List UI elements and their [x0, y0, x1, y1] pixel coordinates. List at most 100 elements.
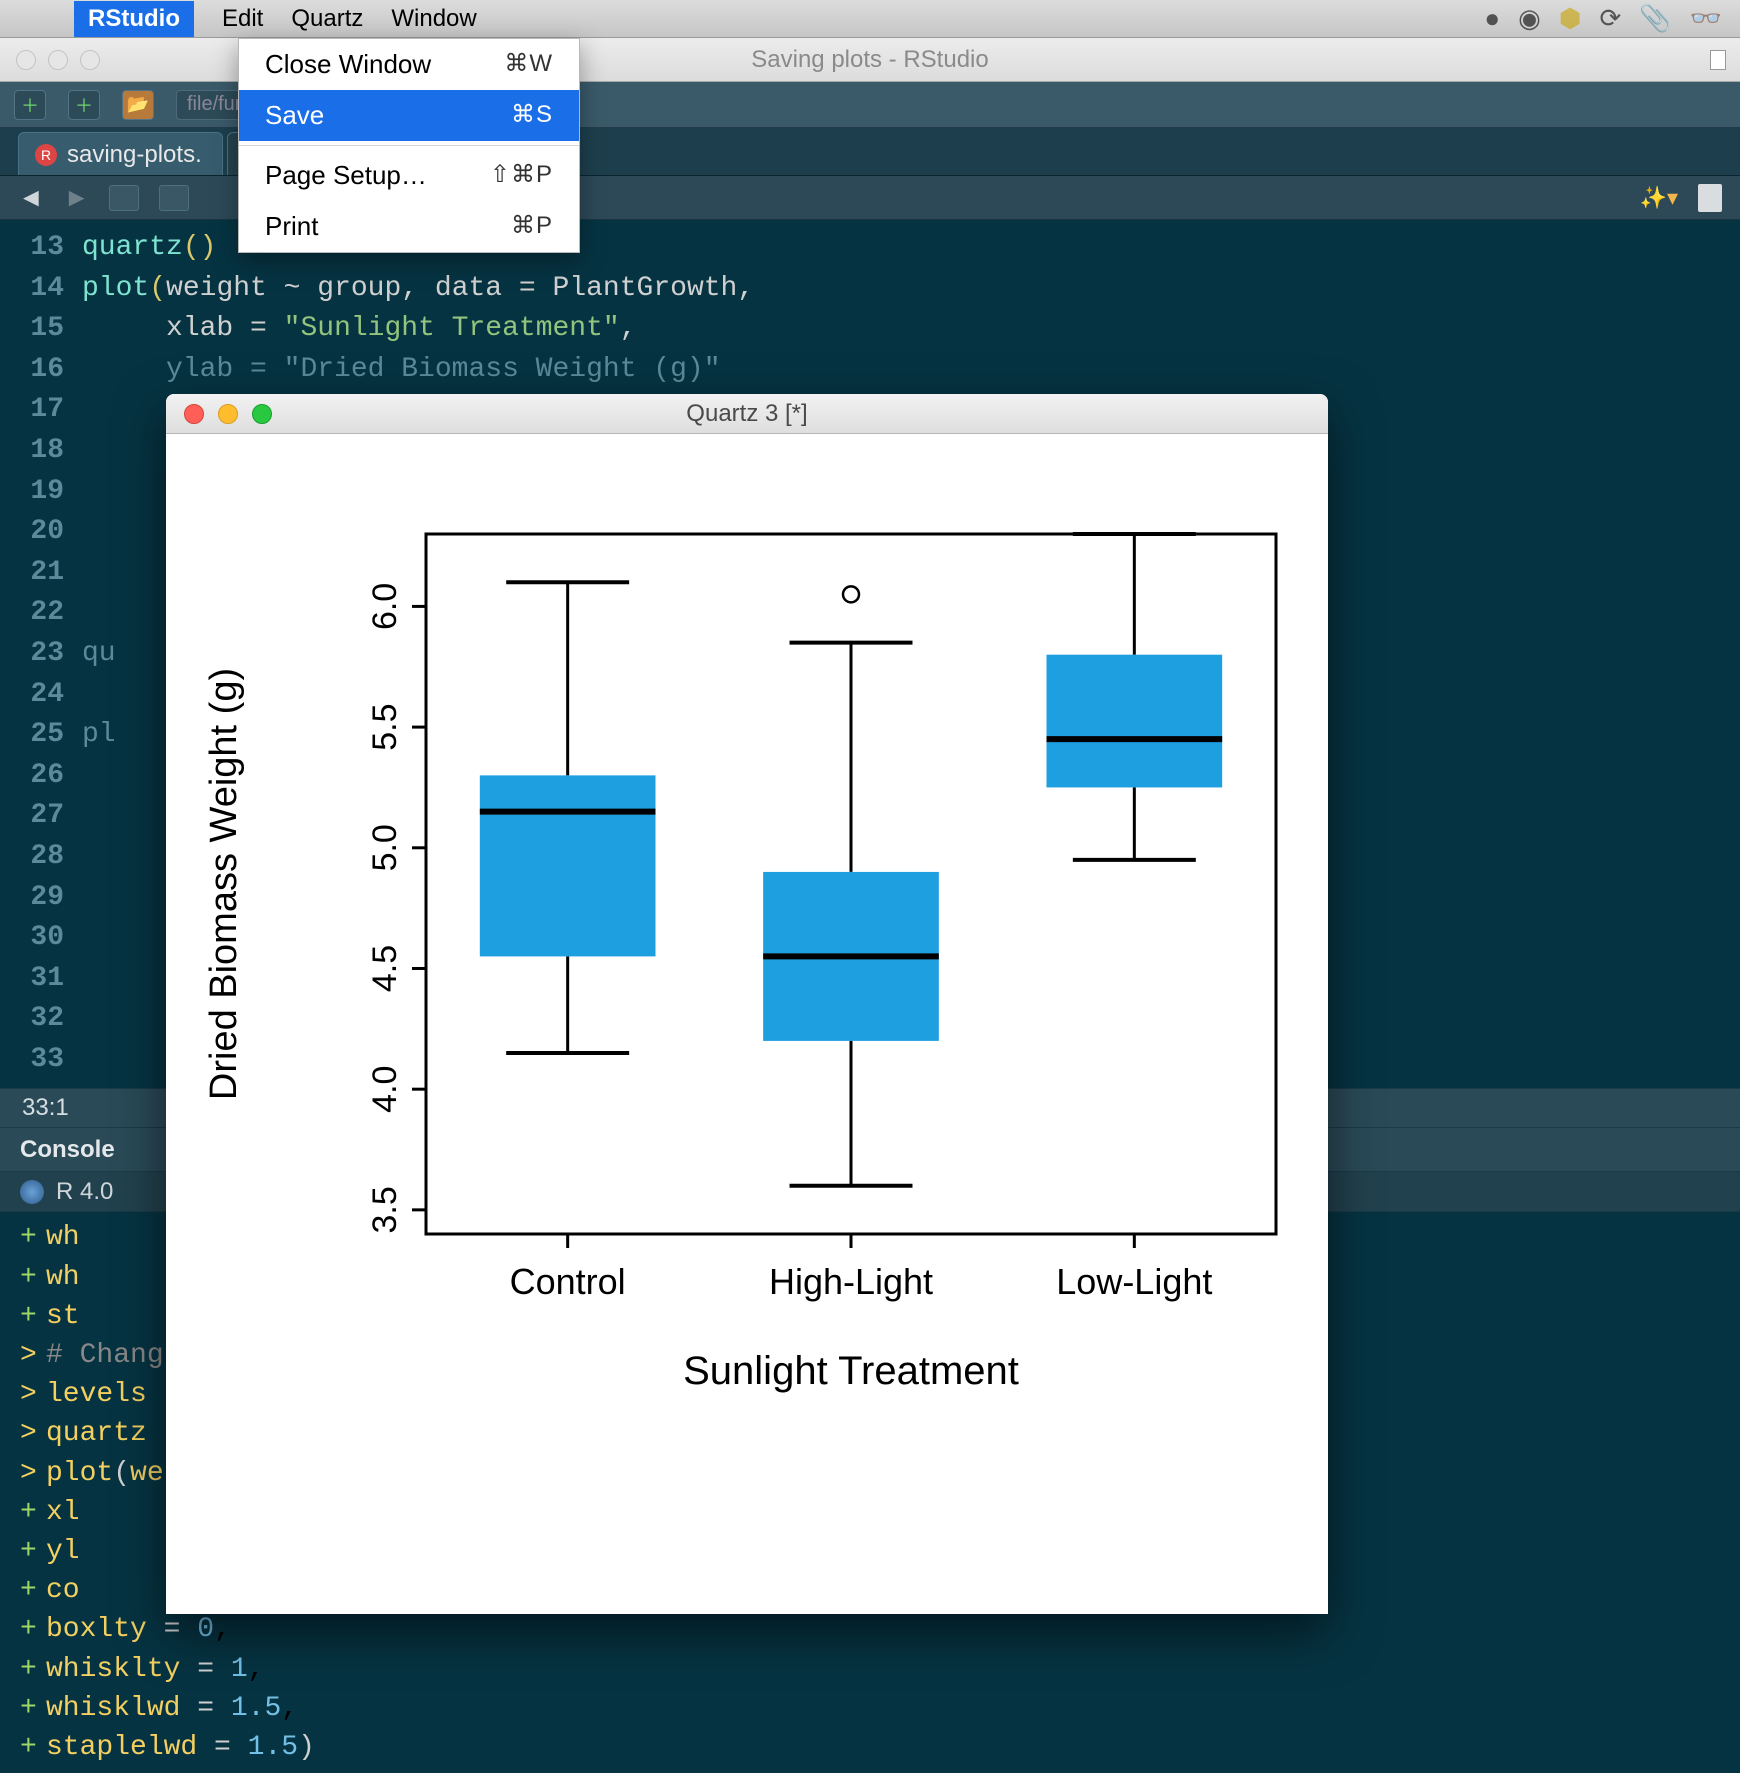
shield-icon[interactable]: ⬢ — [1559, 3, 1582, 34]
console-text: levels — [46, 1375, 147, 1414]
code-line[interactable]: 15 xlab = "Sunlight Treatment", — [0, 309, 1740, 350]
r-version-label: R 4.0 — [56, 1178, 113, 1206]
mac-menubar: RStudio Edit Quartz Window ● ◉ ⬢ ⟳ 📎 👓 — [0, 0, 1740, 38]
menubar-right: ● ◉ ⬢ ⟳ 📎 👓 — [1484, 3, 1722, 34]
console-prompt: > — [0, 1375, 46, 1414]
svg-text:Low-Light: Low-Light — [1056, 1261, 1212, 1302]
console-text: plot(we — [46, 1454, 164, 1493]
quartz-plot-window[interactable]: Quartz 3 [*] 3.54.04.55.05.56.0Dried Bio… — [166, 394, 1328, 1614]
line-number: 21 — [0, 553, 82, 594]
console-text: yl — [46, 1532, 80, 1571]
console-text: staplelwd = 1.5) — [46, 1728, 315, 1767]
svg-text:4.0: 4.0 — [366, 1066, 404, 1113]
code-line[interactable]: 16 ylab = "Dried Biomass Weight (g)" — [0, 350, 1740, 391]
tab-saving-plots[interactable]: R saving-plots. — [18, 132, 223, 175]
traffic-close[interactable] — [16, 50, 36, 70]
console-text: wh — [46, 1218, 80, 1257]
menu-window[interactable]: Window — [391, 5, 476, 33]
code-content: quartz() — [82, 228, 216, 269]
console-prompt: + — [0, 1297, 46, 1336]
save-label: Save — [265, 100, 324, 131]
line-number: 29 — [0, 878, 82, 919]
menu-separator — [239, 145, 579, 146]
svg-text:5.5: 5.5 — [366, 703, 404, 750]
glasses-icon[interactable]: 👓 — [1690, 3, 1722, 34]
quartz-zoom[interactable] — [252, 404, 272, 424]
traffic-min[interactable] — [48, 50, 68, 70]
line-number: 30 — [0, 918, 82, 959]
console-text: quartz — [46, 1414, 147, 1453]
console-line: +boxlty = 0, — [0, 1610, 1740, 1649]
console-prompt: + — [0, 1728, 46, 1767]
console-prompt: + — [0, 1218, 46, 1257]
status-eye-icon[interactable]: ◉ — [1518, 3, 1541, 34]
code-content: ylab = "Dried Biomass Weight (g)" — [82, 350, 721, 391]
line-number: 14 — [0, 269, 82, 310]
line-number: 18 — [0, 431, 82, 472]
quartz-window-title: Quartz 3 [*] — [686, 400, 807, 428]
window-traffic-lights — [16, 50, 100, 70]
console-text: st — [46, 1297, 80, 1336]
svg-text:5.0: 5.0 — [366, 824, 404, 871]
traffic-zoom[interactable] — [80, 50, 100, 70]
console-line: +staplelwd = 1.5) — [0, 1728, 1740, 1767]
save-source-button[interactable] — [159, 185, 189, 211]
show-in-new-window-button[interactable] — [109, 185, 139, 211]
compile-report-icon[interactable] — [1698, 184, 1722, 212]
rstudio-menu-dropdown: Close Window ⌘W Save ⌘S Page Setup… ⇧⌘P … — [238, 38, 580, 253]
line-number: 19 — [0, 472, 82, 513]
new-file-button[interactable]: ＋ — [14, 90, 46, 120]
console-prompt: + — [0, 1610, 46, 1649]
new-project-button[interactable]: ＋ — [68, 90, 100, 120]
line-number: 27 — [0, 796, 82, 837]
quartz-min[interactable] — [218, 404, 238, 424]
menu-item-close-window[interactable]: Close Window ⌘W — [239, 39, 579, 90]
console-text: # Chang — [46, 1336, 164, 1375]
menu-edit[interactable]: Edit — [222, 5, 263, 33]
boxplot-chart: 3.54.04.55.05.56.0Dried Biomass Weight (… — [166, 434, 1328, 1614]
tab-label-active: saving-plots. — [67, 141, 202, 169]
quartz-titlebar: Quartz 3 [*] — [166, 394, 1328, 434]
console-prompt: + — [0, 1650, 46, 1689]
paperclip-icon[interactable]: 📎 — [1639, 3, 1671, 34]
console-prompt: > — [0, 1336, 46, 1375]
app-menu-rstudio[interactable]: RStudio — [74, 1, 194, 37]
code-tools-icon[interactable]: ✨▾ — [1640, 185, 1678, 211]
plot-area: 3.54.04.55.05.56.0Dried Biomass Weight (… — [166, 434, 1328, 1614]
window-title: Saving plots - RStudio — [751, 46, 988, 74]
line-number: 28 — [0, 837, 82, 878]
console-prompt: > — [0, 1414, 46, 1453]
document-proxy-icon[interactable] — [1710, 50, 1726, 70]
line-number: 24 — [0, 675, 82, 716]
quartz-close[interactable] — [184, 404, 204, 424]
console-line: +whisklty = 1, — [0, 1650, 1740, 1689]
print-label: Print — [265, 211, 318, 242]
close-window-label: Close Window — [265, 49, 431, 80]
line-number: 32 — [0, 999, 82, 1040]
line-number: 16 — [0, 350, 82, 391]
status-dot-icon[interactable]: ● — [1484, 3, 1500, 34]
console-text: whisklwd = 1.5, — [46, 1689, 298, 1728]
nav-forward-icon[interactable]: ► — [64, 182, 90, 213]
page-setup-label: Page Setup… — [265, 160, 427, 191]
svg-text:6.0: 6.0 — [366, 583, 404, 630]
menu-item-page-setup[interactable]: Page Setup… ⇧⌘P — [239, 150, 579, 201]
console-prompt: + — [0, 1493, 46, 1532]
line-number: 15 — [0, 309, 82, 350]
cursor-position: 33:1 — [22, 1094, 69, 1122]
console-prompt: + — [0, 1571, 46, 1610]
menu-item-save[interactable]: Save ⌘S — [239, 90, 579, 141]
svg-text:Control: Control — [510, 1261, 626, 1302]
line-number: 22 — [0, 593, 82, 634]
menu-item-print[interactable]: Print ⌘P — [239, 201, 579, 252]
console-text: wh — [46, 1258, 80, 1297]
sync-icon[interactable]: ⟳ — [1599, 3, 1621, 34]
svg-text:Dried Biomass Weight (g): Dried Biomass Weight (g) — [203, 668, 245, 1100]
code-line[interactable]: 14plot(weight ~ group, data = PlantGrowt… — [0, 269, 1740, 310]
menu-quartz[interactable]: Quartz — [291, 5, 363, 33]
console-prompt: + — [0, 1689, 46, 1728]
nav-back-icon[interactable]: ◄ — [18, 182, 44, 213]
close-window-shortcut: ⌘W — [504, 49, 553, 80]
page-setup-shortcut: ⇧⌘P — [490, 160, 553, 191]
open-file-button[interactable]: 📂 — [122, 90, 154, 120]
